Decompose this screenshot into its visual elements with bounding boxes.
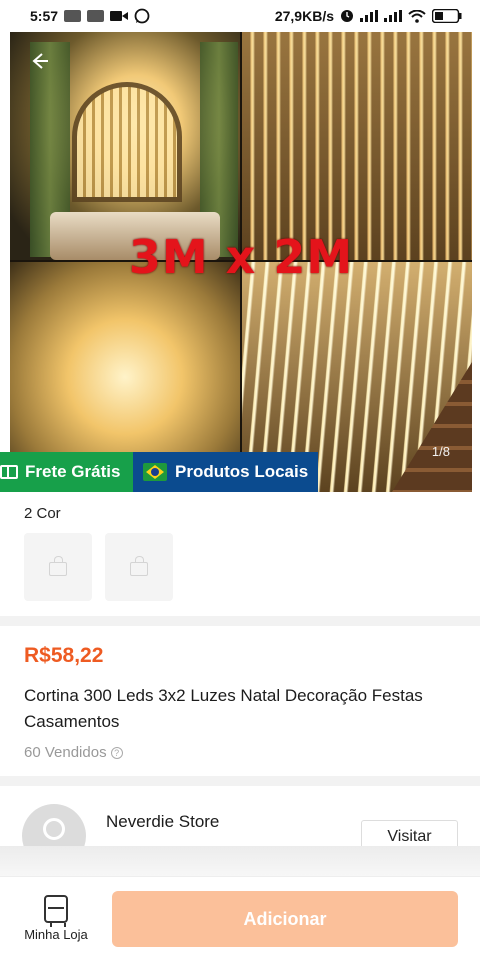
video-icon bbox=[110, 11, 129, 21]
store-avatar[interactable] bbox=[22, 804, 86, 846]
store-row: Neverdie Store Visitar bbox=[0, 786, 480, 846]
variant-section: 2 Cor bbox=[0, 492, 480, 616]
status-right: 27,9KB/s bbox=[275, 8, 462, 24]
user-icon bbox=[43, 818, 65, 840]
section-divider bbox=[0, 776, 480, 786]
variant-option[interactable] bbox=[105, 533, 173, 601]
free-shipping-label: Frete Grátis bbox=[25, 462, 121, 481]
section-divider bbox=[0, 616, 480, 626]
product-photo-curtain-lights bbox=[242, 32, 472, 260]
image-page-counter: 1/8 bbox=[431, 444, 450, 459]
my-shop-label: Minha Loja bbox=[24, 927, 88, 942]
wifi-icon bbox=[408, 9, 426, 23]
my-shop-tab[interactable]: Minha Loja bbox=[18, 895, 94, 942]
mail-notification-icon bbox=[87, 10, 105, 22]
back-button[interactable] bbox=[24, 48, 54, 78]
sold-count: 60 Vendidos bbox=[24, 744, 107, 761]
product-title: Cortina 300 Leds 3x2 Luzes Natal Decoraç… bbox=[24, 686, 423, 731]
local-products-badge: Produtos Locais bbox=[133, 452, 318, 492]
visit-store-button[interactable]: Visitar bbox=[361, 820, 458, 846]
free-shipping-badge: Frete Grátis bbox=[0, 452, 133, 492]
bottom-action-bar: Minha Loja Adicionar bbox=[0, 876, 480, 960]
bag-placeholder-icon bbox=[49, 556, 67, 576]
bag-placeholder-icon bbox=[130, 556, 148, 576]
status-time: 5:57 bbox=[30, 8, 59, 24]
question-icon[interactable]: ? bbox=[110, 746, 123, 759]
whatsapp-icon bbox=[134, 8, 150, 24]
stairs bbox=[392, 362, 472, 492]
store-name[interactable]: Neverdie Store bbox=[106, 812, 219, 832]
signal-icon bbox=[360, 10, 378, 22]
battery-icon bbox=[432, 9, 462, 23]
add-button[interactable]: Adicionar bbox=[112, 891, 458, 947]
signal-icon bbox=[384, 10, 402, 22]
product-info: R$58,22 Cortina 300 Leds 3x2 Luzes Natal… bbox=[0, 626, 480, 776]
sold-count-row: 60 Vendidos ? bbox=[24, 744, 123, 761]
local-products-label: Produtos Locais bbox=[175, 462, 309, 481]
free-shipping-icon bbox=[0, 465, 18, 479]
badges-row: Frete Grátis Produtos Locais bbox=[0, 452, 318, 492]
product-image-gallery[interactable]: 3M x 2M 1/8 bbox=[10, 32, 472, 492]
store-icon bbox=[44, 895, 68, 927]
brazil-flag-icon bbox=[143, 463, 167, 481]
status-bar: 5:57 27,9KB/s bbox=[0, 0, 480, 32]
variant-option[interactable] bbox=[24, 533, 92, 601]
alarm-icon bbox=[341, 10, 353, 22]
network-speed: 27,9KB/s bbox=[274, 8, 334, 24]
mail-notification-icon bbox=[64, 10, 82, 22]
section-divider bbox=[0, 846, 480, 876]
window bbox=[72, 82, 182, 202]
product-price: R$58,22 bbox=[24, 644, 104, 667]
status-left: 5:57 bbox=[30, 8, 150, 24]
variant-title: 2 Cor bbox=[24, 505, 61, 522]
size-overlay-text: 3M x 2M bbox=[128, 230, 354, 284]
arrow-left-icon bbox=[32, 53, 48, 69]
